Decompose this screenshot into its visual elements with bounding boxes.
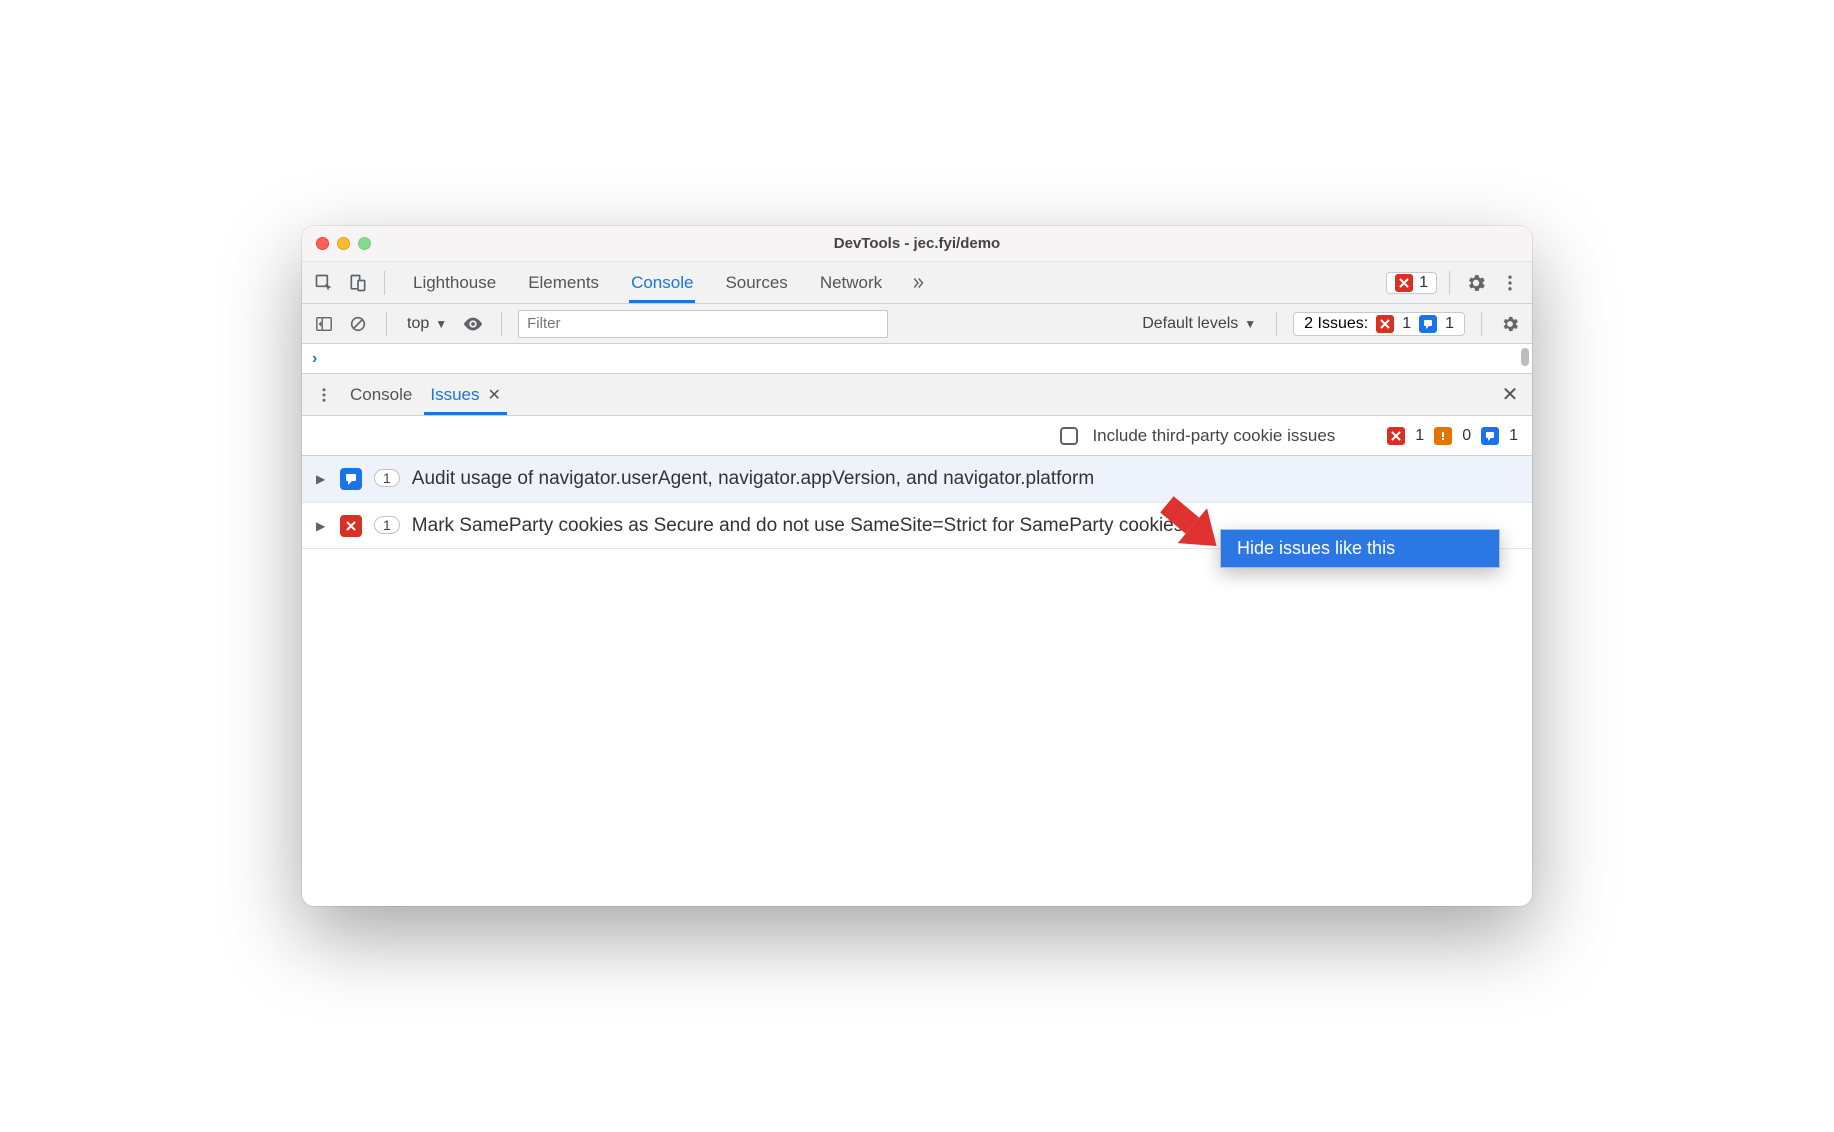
prompt-icon: › xyxy=(312,350,317,368)
error-icon xyxy=(1395,274,1413,292)
window-controls xyxy=(316,237,371,250)
maximize-window-button[interactable] xyxy=(358,237,371,250)
window-title: DevTools - jec.fyi/demo xyxy=(302,235,1532,252)
titlebar: DevTools - jec.fyi/demo xyxy=(302,226,1532,262)
issue-row[interactable]: ▶ 1 Audit usage of navigator.userAgent, … xyxy=(302,456,1532,503)
log-levels-select[interactable]: Default levels ▼ xyxy=(1138,315,1260,333)
drawer-tabstrip: Console Issues ✕ ✕ xyxy=(302,374,1532,416)
divider xyxy=(501,312,502,336)
toggle-sidebar-icon[interactable] xyxy=(312,312,336,336)
chevron-down-icon: ▼ xyxy=(1244,317,1256,331)
issues-summary[interactable]: 2 Issues: 1 1 xyxy=(1293,312,1465,336)
device-toggle-icon[interactable] xyxy=(344,269,372,297)
third-party-checkbox[interactable] xyxy=(1060,427,1078,445)
context-menu: Hide issues like this xyxy=(1220,529,1500,568)
divider xyxy=(1449,271,1450,295)
error-icon xyxy=(340,515,362,537)
divider xyxy=(384,271,385,295)
drawer-tab-label: Console xyxy=(350,385,412,405)
third-party-checkbox-label: Include third-party cookie issues xyxy=(1092,426,1335,446)
error-icon xyxy=(1387,427,1405,445)
log-levels-label: Default levels xyxy=(1142,315,1238,333)
annotation-arrow-icon xyxy=(1142,486,1237,556)
info-icon xyxy=(340,468,362,490)
drawer-menu-icon[interactable] xyxy=(310,381,338,409)
main-tabstrip: Lighthouse Elements Console Sources Netw… xyxy=(302,262,1532,304)
close-drawer-icon[interactable]: ✕ xyxy=(1496,381,1524,409)
settings-icon[interactable] xyxy=(1462,269,1490,297)
disclosure-triangle-icon[interactable]: ▶ xyxy=(316,472,328,486)
issue-count-pill: 1 xyxy=(374,516,400,534)
drawer-tab-issues[interactable]: Issues ✕ xyxy=(424,377,507,413)
more-tabs-icon[interactable] xyxy=(904,269,932,297)
devtools-window: DevTools - jec.fyi/demo Lighthouse Eleme… xyxy=(302,226,1532,906)
issues-summary-label: 2 Issues: xyxy=(1304,315,1368,333)
console-settings-icon[interactable] xyxy=(1498,312,1522,336)
warning-icon xyxy=(1434,427,1452,445)
minimize-window-button[interactable] xyxy=(337,237,350,250)
tab-console[interactable]: Console xyxy=(629,265,695,301)
execution-context-label: top xyxy=(407,315,429,333)
disclosure-triangle-icon[interactable]: ▶ xyxy=(316,519,328,533)
tab-sources[interactable]: Sources xyxy=(723,265,789,301)
issues-info-count: 1 xyxy=(1445,315,1454,333)
tab-lighthouse[interactable]: Lighthouse xyxy=(411,265,498,301)
close-tab-icon[interactable]: ✕ xyxy=(488,385,501,405)
error-count-badge[interactable]: 1 xyxy=(1386,272,1437,294)
issue-count-pill: 1 xyxy=(374,469,400,487)
execution-context-select[interactable]: top ▼ xyxy=(403,315,451,333)
issues-toolbar: Include third-party cookie issues 1 0 1 xyxy=(302,416,1532,456)
info-icon xyxy=(1419,315,1437,333)
inspect-element-icon[interactable] xyxy=(310,269,338,297)
tab-network[interactable]: Network xyxy=(818,265,884,301)
error-count: 1 xyxy=(1415,427,1424,445)
drawer-tab-label: Issues xyxy=(430,385,479,405)
issues-error-count: 1 xyxy=(1402,315,1411,333)
divider xyxy=(386,312,387,336)
scrollbar-thumb[interactable] xyxy=(1521,348,1529,366)
divider xyxy=(1481,312,1482,336)
issue-title: Audit usage of navigator.userAgent, navi… xyxy=(412,466,1518,492)
close-window-button[interactable] xyxy=(316,237,329,250)
console-prompt-area[interactable]: › xyxy=(302,344,1532,374)
kebab-menu-icon[interactable] xyxy=(1496,269,1524,297)
divider xyxy=(1276,312,1277,336)
info-count: 1 xyxy=(1509,427,1518,445)
main-tabs: Lighthouse Elements Console Sources Netw… xyxy=(411,265,884,301)
chevron-down-icon: ▼ xyxy=(435,317,447,331)
error-icon xyxy=(1376,315,1394,333)
tab-elements[interactable]: Elements xyxy=(526,265,601,301)
info-icon xyxy=(1481,427,1499,445)
live-expression-icon[interactable] xyxy=(461,312,485,336)
warning-count: 0 xyxy=(1462,427,1471,445)
clear-console-icon[interactable] xyxy=(346,312,370,336)
filter-input[interactable] xyxy=(518,310,888,338)
drawer-tab-console[interactable]: Console xyxy=(344,377,418,413)
console-toolbar: top ▼ Default levels ▼ 2 Issues: 1 1 xyxy=(302,304,1532,344)
context-menu-item-hide[interactable]: Hide issues like this xyxy=(1221,530,1499,567)
issues-counts: 1 0 1 xyxy=(1387,427,1518,445)
error-count: 1 xyxy=(1419,274,1428,292)
